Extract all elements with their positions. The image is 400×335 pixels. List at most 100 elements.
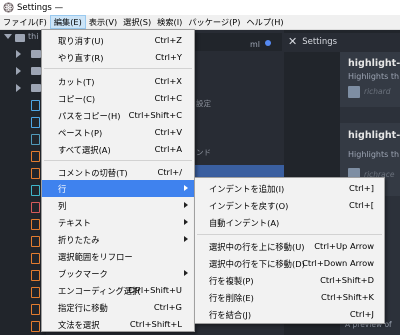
- package-title: highlight-: [348, 58, 400, 69]
- file-html-icon: [31, 304, 40, 315]
- menu-item-text[interactable]: テキスト: [42, 214, 194, 231]
- tree-item[interactable]: [0, 46, 46, 62]
- window-title: Settings —: [17, 2, 64, 13]
- shortcut-label: Ctrl+[: [349, 200, 374, 210]
- tree-item[interactable]: [0, 250, 46, 266]
- menu-item-select-grammar[interactable]: 文法を選択 Ctrl+Shift+L: [42, 316, 194, 333]
- menu-item-undo[interactable]: 取り消す(U) Ctrl+Z: [42, 32, 194, 49]
- menu-item-columns[interactable]: 列: [42, 197, 194, 214]
- file-css-icon: [31, 117, 40, 128]
- chevron-right-icon: [184, 236, 188, 242]
- tab-settings[interactable]: ✕ Settings: [282, 33, 400, 52]
- menu-packages[interactable]: パッケージ(P): [185, 15, 243, 29]
- tree-item[interactable]: [0, 318, 46, 334]
- menu-item-bookmark[interactable]: ブックマーク: [42, 265, 194, 282]
- menu-item-copy[interactable]: コピー(C) Ctrl+C: [42, 90, 194, 107]
- menu-item-delete-line[interactable]: 行を削除(E) Ctrl+Shift+K: [195, 289, 384, 306]
- menu-item-outdent[interactable]: インデントを戻す(O) Ctrl+[: [195, 197, 384, 214]
- menu-item-select-encoding[interactable]: エンコーディング選択 Ctrl+Shift+U: [42, 282, 194, 299]
- shortcut-label: Ctrl+Shift+D: [320, 275, 374, 285]
- file-css-icon: [31, 100, 40, 111]
- file-html-icon: [31, 202, 40, 213]
- tree-item[interactable]: [0, 267, 46, 283]
- lines-submenu: インデントを追加(I) Ctrl+] インデントを戻す(O) Ctrl+[ 自動…: [194, 177, 385, 324]
- tree-item[interactable]: [0, 114, 46, 130]
- chevron-right-icon: [16, 67, 21, 75]
- shortcut-label: Ctrl+Shift+L: [129, 319, 182, 329]
- tree-item[interactable]: [0, 80, 46, 96]
- shortcut-label: Ctrl+Shift+C: [128, 110, 182, 120]
- chevron-right-icon: [184, 219, 188, 225]
- menu-file[interactable]: ファイル(F): [0, 15, 50, 29]
- menu-item-go-to-line[interactable]: 指定行に移動 Ctrl+G: [42, 299, 194, 316]
- menu-item-join-lines[interactable]: 行を結合(J) Ctrl+J: [195, 306, 384, 323]
- menu-edit[interactable]: 編集(E): [49, 15, 86, 29]
- tree-item[interactable]: [0, 63, 46, 79]
- tree-item[interactable]: [0, 148, 46, 164]
- shortcut-label: Ctrl+J: [349, 309, 374, 319]
- file-html-icon: [31, 270, 40, 281]
- menu-item-folding[interactable]: 折りたたみ: [42, 231, 194, 248]
- menu-separator: [44, 160, 192, 161]
- shortcut-label: Ctrl+Shift+U: [128, 285, 182, 295]
- tab-label[interactable]: ml: [250, 40, 260, 49]
- tree-item[interactable]: [0, 301, 46, 317]
- menu-item-duplicate-lines[interactable]: 行を複製(P) Ctrl+Shift+D: [195, 272, 384, 289]
- menu-item-cut[interactable]: カット(T) Ctrl+X: [42, 73, 194, 90]
- menu-item-lines[interactable]: 行: [42, 180, 194, 197]
- menu-item-paste[interactable]: ペースト(P) Ctrl+V: [42, 124, 194, 141]
- file-html-icon: [31, 253, 40, 264]
- menu-find[interactable]: 検索(I): [154, 15, 185, 29]
- file-html-icon: [31, 151, 40, 162]
- tree-root[interactable]: thi: [0, 30, 46, 46]
- modified-indicator-icon: [265, 40, 271, 46]
- shortcut-label: Ctrl+Y: [155, 52, 182, 62]
- folder-icon: [31, 50, 41, 58]
- menu-bar: ファイル(F) 編集(E) 表示(V) 選択(S) 検索(I) パッケージ(P)…: [0, 15, 400, 30]
- chevron-right-icon: [184, 185, 188, 191]
- menu-view[interactable]: 表示(V): [86, 15, 120, 29]
- shortcut-label: Ctrl+Up Arrow: [314, 241, 374, 251]
- menu-separator: [44, 68, 192, 69]
- tree-item[interactable]: [0, 216, 46, 232]
- chevron-down-icon: [4, 34, 12, 39]
- shortcut-label: Ctrl+Down Arrow: [302, 258, 374, 268]
- shortcut-label: Ctrl+A: [154, 144, 182, 154]
- tree-item[interactable]: [0, 165, 46, 181]
- menu-selection[interactable]: 選択(S): [120, 15, 154, 29]
- menu-help[interactable]: ヘルプ(H): [243, 15, 286, 29]
- tree-item[interactable]: [0, 233, 46, 249]
- tab-settings-label: Settings: [302, 36, 338, 47]
- menu-item-select-all[interactable]: すべて選択(A) Ctrl+A: [42, 141, 194, 158]
- tree-item[interactable]: [0, 131, 46, 147]
- package-card[interactable]: highlight- Highlights th richard: [340, 52, 400, 107]
- file-html-icon: [31, 321, 40, 332]
- package-author[interactable]: richard: [364, 87, 390, 96]
- menu-item-redo[interactable]: やり直す(R) Ctrl+Y: [42, 49, 194, 66]
- shortcut-label: Ctrl+]: [349, 183, 374, 193]
- menu-item-indent[interactable]: インデントを追加(I) Ctrl+]: [195, 180, 384, 197]
- menu-item-auto-indent[interactable]: 自動インデント(A): [195, 214, 384, 231]
- file-css-icon: [31, 185, 40, 196]
- atom-icon: [3, 2, 14, 13]
- shortcut-label: Ctrl+X: [154, 76, 182, 86]
- menu-item-reflow-selection[interactable]: 選択範囲をリフロー: [42, 248, 194, 265]
- folder-icon: [15, 34, 25, 42]
- tree-item[interactable]: [0, 284, 46, 300]
- tree-item[interactable]: [0, 199, 46, 215]
- menu-item-move-line-down[interactable]: 選択中の行を下に移動(D) Ctrl+Down Arrow: [195, 255, 384, 272]
- tree-item[interactable]: [0, 97, 46, 113]
- file-css-icon: [31, 134, 40, 145]
- avatar: [348, 86, 360, 98]
- shortcut-label: Ctrl+Z: [154, 35, 182, 45]
- package-description: Highlights th: [348, 72, 400, 81]
- file-html-icon: [31, 287, 40, 298]
- folder-icon: [31, 84, 41, 92]
- tree-item[interactable]: [0, 182, 46, 198]
- shortcut-label: Ctrl+V: [154, 127, 182, 137]
- chevron-right-icon: [16, 84, 21, 92]
- menu-item-copy-path[interactable]: パスをコピー(H) Ctrl+Shift+C: [42, 107, 194, 124]
- menu-item-move-line-up[interactable]: 選択中の行を上に移動(U) Ctrl+Up Arrow: [195, 238, 384, 255]
- menu-item-toggle-comment[interactable]: コメントの切替(T) Ctrl+/: [42, 164, 194, 181]
- title-bar: Settings —: [0, 0, 400, 15]
